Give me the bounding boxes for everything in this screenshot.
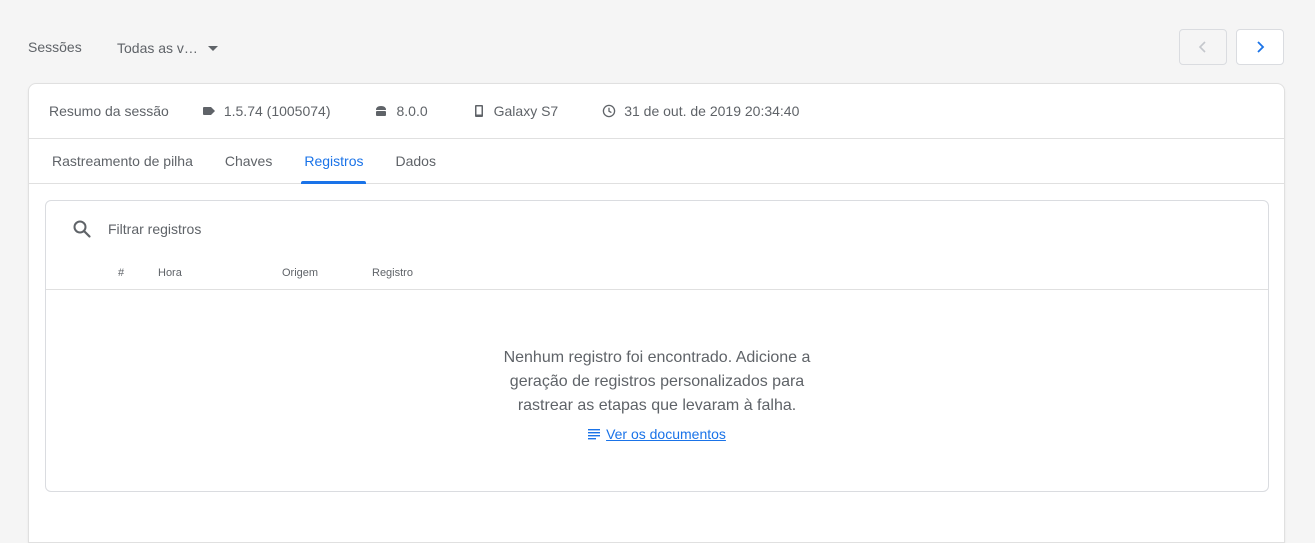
caret-down-icon [207, 46, 218, 51]
column-header-time[interactable]: Hora [158, 267, 182, 279]
previous-session-button[interactable] [1179, 29, 1227, 65]
logs-table-header: # Hora Origem Registro [46, 257, 1268, 290]
session-summary-title: Resumo da sessão [49, 103, 169, 119]
version-filter-dropdown[interactable]: Todas as v… [117, 37, 218, 59]
empty-state-message: Nenhum registro foi encontrado. Adicione… [503, 349, 811, 414]
android-icon [376, 106, 387, 116]
session-timestamp: 31 de out. de 2019 20:34:40 [624, 103, 800, 119]
clock-icon [602, 104, 616, 118]
version-filter-value: Todas as v… [117, 40, 198, 56]
device-name: Galaxy S7 [493, 103, 559, 119]
session-summary: Resumo da sessão 1.5.74 (1005074) 8.0.0 … [29, 84, 1284, 139]
tab-logs[interactable]: Registros [301, 139, 367, 184]
docs-icon [588, 429, 601, 440]
logs-filter-bar [46, 201, 1268, 257]
session-card: Resumo da sessão 1.5.74 (1005074) 8.0.0 … [28, 83, 1285, 543]
os-version-chip: 8.0.0 [374, 103, 428, 119]
view-docs-link[interactable]: Ver os documentos [588, 422, 726, 446]
tab-data[interactable]: Dados [392, 139, 438, 183]
logs-filter-input[interactable] [106, 220, 706, 238]
tag-icon [202, 107, 215, 115]
phone-icon [474, 105, 483, 117]
timestamp-chip: 31 de out. de 2019 20:34:40 [602, 103, 799, 119]
logs-panel: # Hora Origem Registro Nenhum registro f… [45, 200, 1269, 492]
tab-stack-trace[interactable]: Rastreamento de pilha [49, 139, 196, 183]
logs-empty-state: Nenhum registro foi encontrado. Adicione… [46, 346, 1268, 448]
tab-keys[interactable]: Chaves [222, 139, 275, 183]
column-header-log[interactable]: Registro [372, 267, 413, 279]
session-toolbar: Sessões Todas as v… [0, 0, 1315, 90]
next-session-button[interactable] [1236, 29, 1284, 65]
chevron-left-icon [1198, 41, 1206, 53]
device-chip: Galaxy S7 [472, 103, 559, 119]
session-tabs: Rastreamento de pilha Chaves Registros D… [29, 139, 1284, 184]
column-header-source[interactable]: Origem [282, 267, 318, 279]
chevron-right-icon [1257, 41, 1265, 53]
app-version-chip: 1.5.74 (1005074) [202, 103, 331, 119]
view-docs-label: Ver os documentos [606, 426, 726, 442]
app-version: 1.5.74 (1005074) [223, 103, 331, 119]
column-header-index[interactable]: # [118, 267, 124, 279]
sessions-label: Sessões [28, 39, 82, 55]
search-icon [73, 220, 91, 238]
os-version: 8.0.0 [396, 103, 428, 119]
